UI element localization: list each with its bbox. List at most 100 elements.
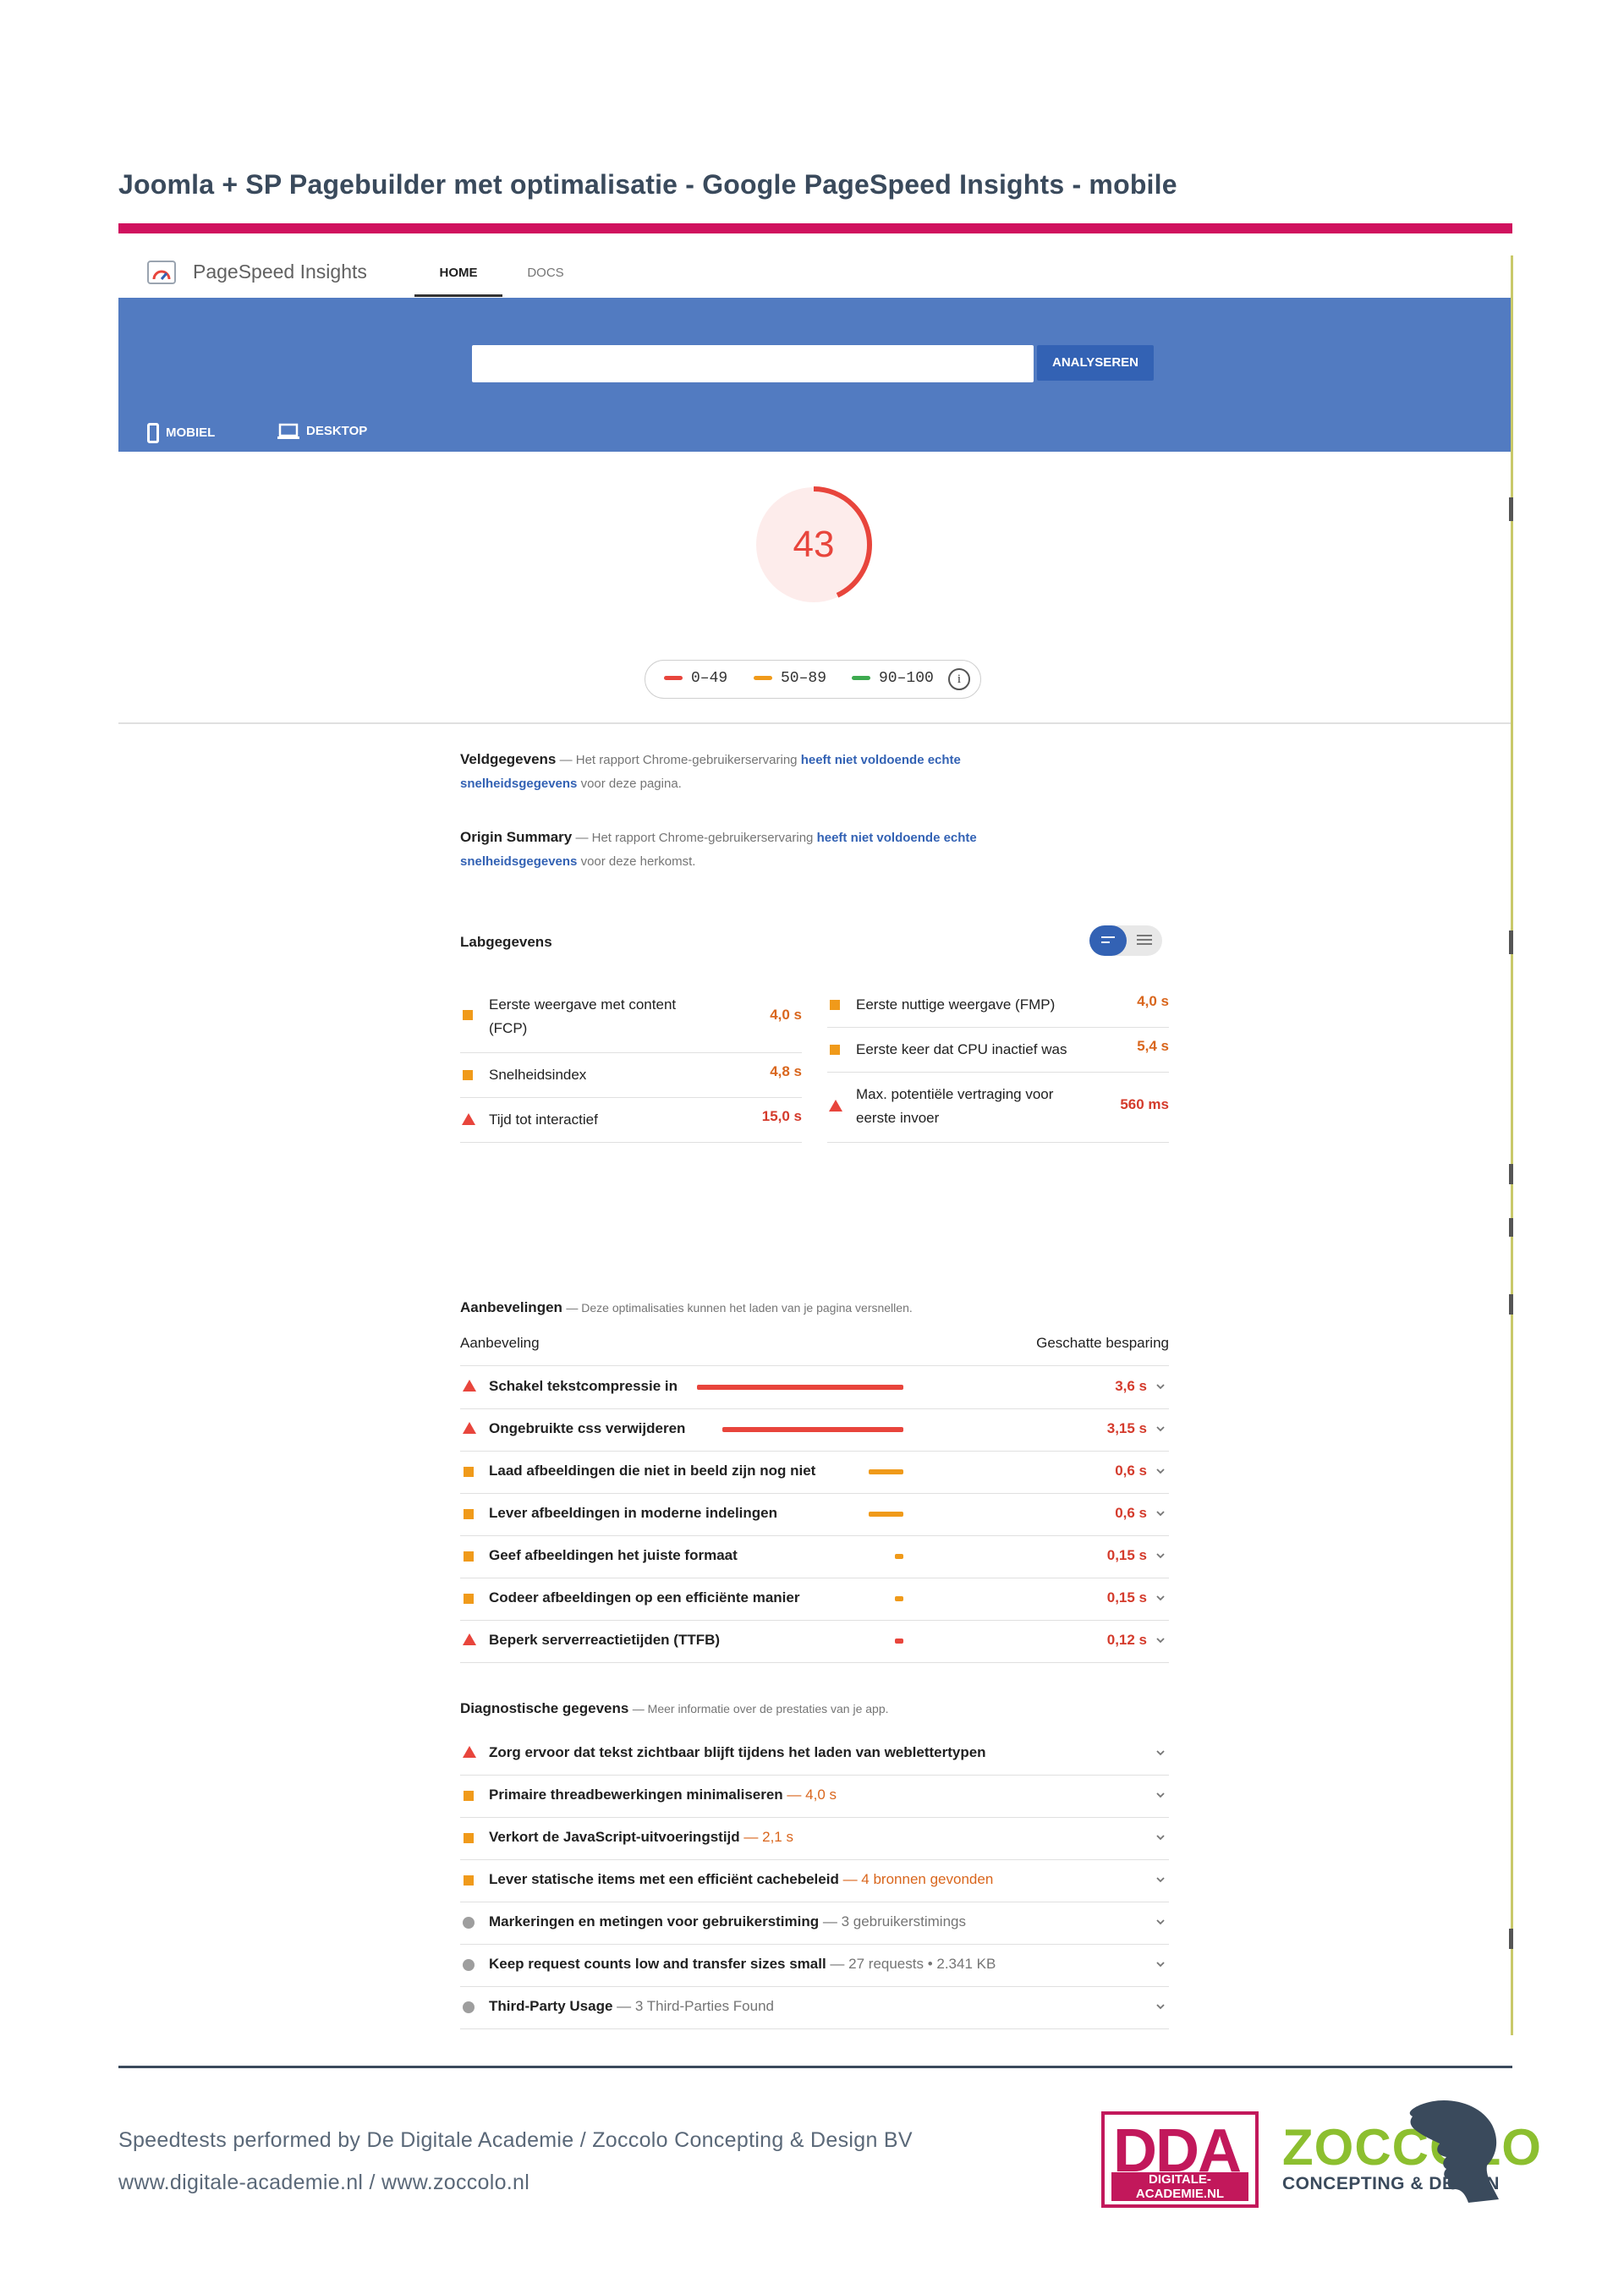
- diagnostic-label: Third-Party Usage — 3 Third-Parties Foun…: [489, 1998, 774, 2014]
- view-toggle[interactable]: [1089, 925, 1162, 956]
- diagnostic-detail: — 2,1 s: [743, 1829, 793, 1845]
- lab-metric-right-2: Max. potentiële vertraging voor eerste in…: [827, 1073, 1169, 1143]
- diagnostic-detail: — 3 gebruikerstimings: [822, 1913, 966, 1929]
- opportunity-label: Schakel tekstcompressie in: [489, 1378, 678, 1394]
- chevron-down-icon[interactable]: [1154, 1913, 1167, 1930]
- field-data-link[interactable]: heeft niet voldoende echte: [801, 753, 961, 767]
- chevron-down-icon[interactable]: [1154, 1547, 1167, 1564]
- diagnostics-header: Diagnostische gegevens — Meer informatie…: [460, 1700, 1169, 1717]
- footer-urls[interactable]: www.digitale-academie.nl / www.zoccolo.n…: [118, 2171, 529, 2195]
- chevron-down-icon[interactable]: [1154, 1378, 1167, 1395]
- edge-marker: [1509, 497, 1513, 521]
- origin-summary-title: Origin Summary: [460, 829, 573, 845]
- legend-average: 50–89: [754, 670, 826, 687]
- edge-marker: [1509, 930, 1513, 954]
- score-legend: 0–49 50–89 90–100 i: [645, 660, 981, 699]
- opportunity-row[interactable]: Laad afbeeldingen die niet in beeld zijn…: [460, 1451, 1169, 1494]
- chevron-down-icon[interactable]: [1154, 1829, 1167, 1846]
- legend-pass-swatch: [852, 675, 870, 680]
- diagnostic-row[interactable]: Verkort de JavaScript-uitvoeringstijd — …: [460, 1817, 1169, 1860]
- lab-metric-right-0: Eerste nuttige weergave (FMP) 4,0 s: [827, 983, 1169, 1028]
- diagnostic-row[interactable]: Third-Party Usage — 3 Third-Parties Foun…: [460, 1986, 1169, 2029]
- chevron-down-icon[interactable]: [1154, 1632, 1167, 1649]
- tab-mobile[interactable]: MOBIEL: [147, 423, 215, 448]
- chevron-down-icon[interactable]: [1154, 1744, 1167, 1761]
- status-info-icon: [463, 1959, 475, 1971]
- chevron-down-icon[interactable]: [1154, 1463, 1167, 1479]
- info-icon[interactable]: i: [948, 668, 970, 690]
- chevron-down-icon[interactable]: [1154, 1871, 1167, 1888]
- analyze-button[interactable]: ANALYSEREN: [1037, 345, 1154, 381]
- tab-desktop-label: DESKTOP: [306, 423, 368, 438]
- diagnostic-label: Markeringen en metingen voor gebruikerst…: [489, 1913, 966, 1929]
- opportunity-savings: 0,6 s: [1115, 1463, 1147, 1479]
- url-input[interactable]: [472, 345, 1034, 382]
- status-average-icon: [464, 1509, 474, 1519]
- chevron-down-icon[interactable]: [1154, 1787, 1167, 1803]
- opportunity-row[interactable]: Lever afbeeldingen in moderne indelingen…: [460, 1493, 1169, 1536]
- status-average-icon: [464, 1875, 474, 1886]
- opportunity-label: Ongebruikte css verwijderen: [489, 1420, 686, 1436]
- diagnostics-desc: — Meer informatie over de prestaties van…: [632, 1702, 889, 1715]
- savings-bar: [697, 1385, 903, 1390]
- document-title: Joomla + SP Pagebuilder met optimalisati…: [118, 169, 1177, 200]
- origin-summary-link[interactable]: heeft niet voldoende echte: [817, 831, 977, 845]
- footer-credit: Speedtests performed by De Digitale Acad…: [118, 2128, 913, 2152]
- opportunity-row[interactable]: Schakel tekstcompressie in 3,6 s: [460, 1366, 1169, 1409]
- opportunity-row[interactable]: Beperk serverreactietijden (TTFB) 0,12 s: [460, 1620, 1169, 1663]
- edge-marker: [1509, 1929, 1513, 1949]
- chevron-down-icon[interactable]: [1154, 1505, 1167, 1522]
- chevron-down-icon[interactable]: [1154, 1956, 1167, 1973]
- chevron-down-icon[interactable]: [1154, 1420, 1167, 1437]
- title-divider: [118, 223, 1512, 233]
- performance-score-gauge: 43: [755, 486, 872, 603]
- savings-bar: [895, 1639, 903, 1644]
- diagnostics-title: Diagnostische gegevens: [460, 1700, 629, 1716]
- status-fail-icon: [463, 1422, 476, 1434]
- opportunities-columns: Aanbeveling Geschatte besparing: [460, 1335, 1169, 1366]
- status-average-icon: [464, 1467, 474, 1477]
- savings-bar: [869, 1469, 903, 1474]
- opportunity-label: Lever afbeeldingen in moderne indelingen: [489, 1505, 778, 1521]
- savings-bar: [895, 1596, 903, 1601]
- status-average-icon: [464, 1833, 474, 1843]
- diagnostic-row[interactable]: Primaire threadbewerkingen minimaliseren…: [460, 1775, 1169, 1818]
- diagnostic-row[interactable]: Markeringen en metingen voor gebruikerst…: [460, 1902, 1169, 1945]
- field-data-link-2[interactable]: snelheidsgegevens: [460, 777, 577, 791]
- opportunity-savings: 3,6 s: [1115, 1378, 1147, 1394]
- screenshot-edge: [1511, 255, 1513, 2035]
- field-data-section: Veldgegevens — Het rapport Chrome-gebrui…: [460, 751, 961, 791]
- toggle-compact-icon[interactable]: [1089, 925, 1127, 956]
- origin-summary-link-2[interactable]: snelheidsgegevens: [460, 854, 577, 869]
- chevron-down-icon[interactable]: [1154, 1998, 1167, 2015]
- edge-marker: [1509, 1218, 1513, 1237]
- tab-mobile-underline: [118, 496, 250, 499]
- status-average-icon: [463, 1010, 473, 1020]
- column-savings: Geschatte besparing: [1036, 1335, 1169, 1351]
- status-average-icon: [464, 1791, 474, 1801]
- app-title[interactable]: PageSpeed Insights: [193, 261, 367, 283]
- opportunity-row[interactable]: Codeer afbeeldingen op een efficiënte ma…: [460, 1578, 1169, 1621]
- legend-fail: 0–49: [664, 670, 727, 687]
- opportunity-savings: 0,12 s: [1106, 1632, 1147, 1648]
- opportunity-label: Beperk serverreactietijden (TTFB): [489, 1632, 721, 1648]
- opportunity-row[interactable]: Geef afbeeldingen het juiste formaat 0,15…: [460, 1535, 1169, 1578]
- status-average-icon: [463, 1070, 473, 1080]
- diagnostic-detail: — 4,0 s: [787, 1787, 837, 1803]
- toggle-expanded-icon[interactable]: [1127, 925, 1162, 956]
- opportunity-row[interactable]: Ongebruikte css verwijderen 3,15 s: [460, 1408, 1169, 1452]
- tab-docs[interactable]: DOCS: [516, 266, 575, 280]
- diagnostic-row[interactable]: Lever statische items met een efficiënt …: [460, 1859, 1169, 1902]
- content-divider: [118, 722, 1511, 724]
- phone-icon: [147, 423, 159, 443]
- diagnostic-row[interactable]: Keep request counts low and transfer siz…: [460, 1944, 1169, 1987]
- status-average-icon: [464, 1594, 474, 1604]
- tab-home[interactable]: HOME: [414, 266, 502, 280]
- legend-average-swatch: [754, 675, 772, 680]
- pagespeed-screenshot: PageSpeed Insights HOME DOCS ANALYSEREN …: [118, 250, 1511, 2035]
- status-average-icon: [464, 1551, 474, 1562]
- diagnostic-row[interactable]: Zorg ervoor dat tekst zichtbaar blijft t…: [460, 1732, 1169, 1776]
- chevron-down-icon[interactable]: [1154, 1589, 1167, 1606]
- status-fail-icon: [463, 1746, 476, 1758]
- tab-desktop[interactable]: DESKTOP: [277, 423, 367, 448]
